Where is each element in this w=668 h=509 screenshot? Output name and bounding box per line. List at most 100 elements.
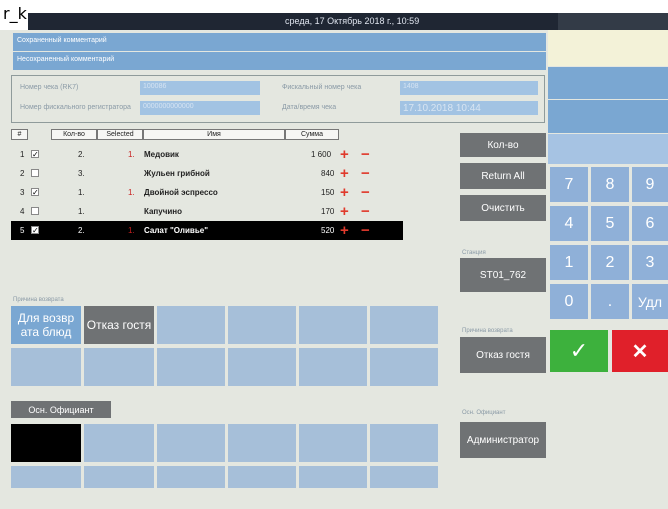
row-minus-button[interactable]: − xyxy=(361,202,370,221)
row-number: 3 xyxy=(20,188,25,197)
table-row-selected[interactable]: 5 2. 1. Салат "Оливье" 520 + − xyxy=(11,221,403,240)
reason-tile-empty[interactable] xyxy=(370,306,438,344)
waiter-tile[interactable] xyxy=(370,466,438,488)
key-delete[interactable]: Удл xyxy=(632,284,668,319)
station-label: Станция xyxy=(462,250,486,256)
reason-tile-empty[interactable] xyxy=(11,348,81,386)
reason-tile-empty[interactable] xyxy=(299,306,367,344)
row-selected: 1. xyxy=(128,150,135,159)
row-checkbox[interactable] xyxy=(31,183,39,202)
row-checkbox[interactable] xyxy=(31,145,39,164)
row-checkbox[interactable] xyxy=(31,221,39,240)
main-waiter-button[interactable]: Осн. Официант xyxy=(11,401,111,418)
waiter-tile-selected[interactable] xyxy=(11,424,81,462)
clear-button[interactable]: Очистить xyxy=(460,195,546,221)
row-checkbox[interactable] xyxy=(31,207,39,215)
row-plus-button[interactable]: + xyxy=(340,164,349,183)
row-selected: 1. xyxy=(128,188,135,197)
col-header-selected: Selected xyxy=(97,129,143,140)
waiter-tile[interactable] xyxy=(84,466,154,488)
check-number-label: Номер чека (RK7) xyxy=(20,84,79,91)
row-minus-button[interactable]: − xyxy=(361,145,370,164)
reason-tile-empty[interactable] xyxy=(299,348,367,386)
key-2[interactable]: 2 xyxy=(591,245,629,280)
table-row[interactable]: 1 2. 1. Медовик 1 600 + − xyxy=(11,145,403,164)
waiter-tile[interactable] xyxy=(228,424,296,462)
reason-button[interactable]: Отказ гостя xyxy=(460,337,546,373)
cancel-button[interactable]: ✕ xyxy=(612,330,668,372)
key-5[interactable]: 5 xyxy=(591,206,629,241)
reason-tile-guest-refusal[interactable]: Отказ гостя xyxy=(84,306,154,344)
row-minus-button[interactable]: − xyxy=(361,221,370,240)
key-8[interactable]: 8 xyxy=(591,167,629,202)
reason-tile-empty[interactable] xyxy=(84,348,154,386)
reason-tile-empty[interactable] xyxy=(228,348,296,386)
row-plus-button[interactable]: + xyxy=(340,221,349,240)
waiter-tile[interactable] xyxy=(11,466,81,488)
ok-button[interactable]: ✓ xyxy=(550,330,608,372)
row-name: Салат "Оливье" xyxy=(144,226,208,235)
saved-comment-bar[interactable]: Сохраненный комментарий xyxy=(13,33,546,51)
key-0[interactable]: 0 xyxy=(550,284,588,319)
row-plus-button[interactable]: + xyxy=(340,183,349,202)
row-number: 4 xyxy=(20,207,25,216)
row-qty: 2. xyxy=(78,226,85,235)
reason-tile-empty[interactable] xyxy=(228,306,296,344)
row-plus-button[interactable]: + xyxy=(340,145,349,164)
waiter-tile[interactable] xyxy=(299,466,367,488)
row-minus-button[interactable]: − xyxy=(361,164,370,183)
return-all-button[interactable]: Return All xyxy=(460,163,546,189)
waiter-tile[interactable] xyxy=(370,424,438,462)
key-1[interactable]: 1 xyxy=(550,245,588,280)
row-name: Двойной эспрессо xyxy=(144,188,218,197)
row-number: 5 xyxy=(20,226,25,235)
fiscal-check-label: Фискальный номер чека xyxy=(282,84,362,91)
table-row[interactable]: 4 1. Капучино 170 + − xyxy=(11,202,403,221)
qty-button[interactable]: Кол-во xyxy=(460,133,546,157)
key-4[interactable]: 4 xyxy=(550,206,588,241)
waiter-tile[interactable] xyxy=(157,424,225,462)
reason-tile-dish-return[interactable]: Для возвр ата блюд xyxy=(11,306,81,344)
reason-tile-empty[interactable] xyxy=(370,348,438,386)
check-number-field: 100086 xyxy=(140,81,260,95)
waiter-tile[interactable] xyxy=(157,466,225,488)
row-sum: 1 600 xyxy=(311,150,332,159)
reason-tile-empty[interactable] xyxy=(157,306,225,344)
key-3[interactable]: 3 xyxy=(632,245,668,280)
col-header-num: # xyxy=(11,129,28,140)
waiter-button[interactable]: Администратор xyxy=(460,422,546,458)
row-minus-button[interactable]: − xyxy=(361,183,370,202)
waiter-tile[interactable] xyxy=(299,424,367,462)
col-header-sum: Сумма xyxy=(285,129,339,140)
fiscal-register-field: 0000000000000 xyxy=(140,101,260,115)
key-6[interactable]: 6 xyxy=(632,206,668,241)
table-row[interactable]: 2 3. Жульен грибной 840 + − xyxy=(11,164,403,183)
key-7[interactable]: 7 xyxy=(550,167,588,202)
col-header-qty: Кол-во xyxy=(51,129,97,140)
station-button[interactable]: ST01_762 xyxy=(460,258,546,292)
reason-tile-empty[interactable] xyxy=(157,348,225,386)
row-number: 1 xyxy=(20,150,25,159)
waiter-tile[interactable] xyxy=(228,466,296,488)
row-sum: 840 xyxy=(321,169,335,178)
row-number: 2 xyxy=(20,169,25,178)
receipt-datetime-label: Дата/время чека xyxy=(282,104,337,111)
row-qty: 1. xyxy=(78,188,85,197)
right-blue-panel-1 xyxy=(548,67,668,99)
key-decimal[interactable]: . xyxy=(591,284,629,319)
waiter-label-right: Осн. Официант xyxy=(462,410,506,416)
row-qty: 1. xyxy=(78,207,85,216)
right-info-panel xyxy=(548,30,668,66)
row-sum: 170 xyxy=(321,207,335,216)
row-qty: 2. xyxy=(78,150,85,159)
key-9[interactable]: 9 xyxy=(632,167,668,202)
waiter-tile[interactable] xyxy=(84,424,154,462)
row-name: Капучино xyxy=(144,207,182,216)
row-name: Медовик xyxy=(144,150,179,159)
app-name: r_k xyxy=(3,4,27,23)
row-plus-button[interactable]: + xyxy=(340,202,349,221)
row-checkbox[interactable] xyxy=(31,169,39,177)
unsaved-comment-bar[interactable]: Несохраненный комментарий xyxy=(13,52,546,70)
receipt-datetime-field: 17.10.2018 10:44 xyxy=(400,101,538,115)
table-row[interactable]: 3 1. 1. Двойной эспрессо 150 + − xyxy=(11,183,403,202)
